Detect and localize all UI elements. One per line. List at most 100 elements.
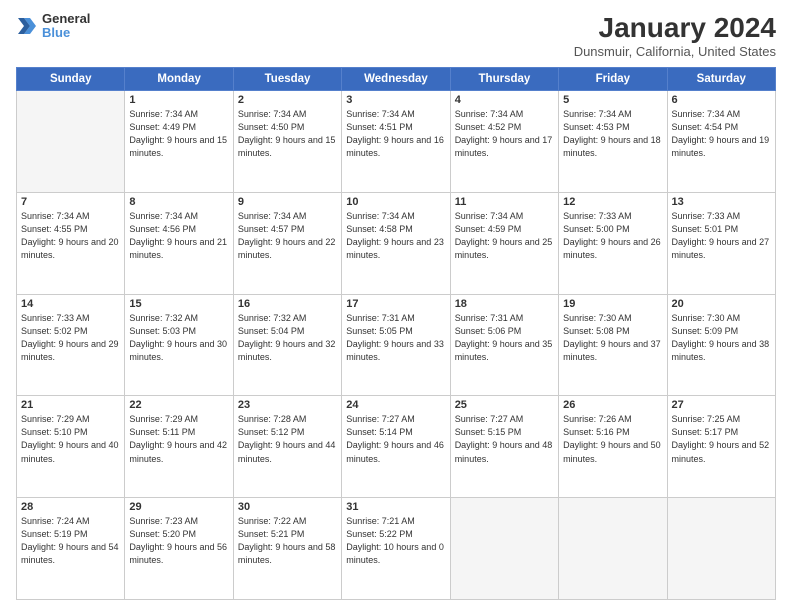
day-number: 11: [455, 196, 554, 208]
day-info: Sunrise: 7:31 AMSunset: 5:05 PMDaylight:…: [346, 312, 445, 364]
day-info: Sunrise: 7:25 AMSunset: 5:17 PMDaylight:…: [672, 413, 771, 465]
day-info: Sunrise: 7:23 AMSunset: 5:20 PMDaylight:…: [129, 515, 228, 567]
day-info: Sunrise: 7:33 AMSunset: 5:01 PMDaylight:…: [672, 210, 771, 262]
day-number: 18: [455, 298, 554, 310]
day-info: Sunrise: 7:34 AMSunset: 4:49 PMDaylight:…: [129, 108, 228, 160]
day-number: 27: [672, 399, 771, 411]
day-number: 3: [346, 94, 445, 106]
calendar-cell: 5 Sunrise: 7:34 AMSunset: 4:53 PMDaylight…: [559, 91, 667, 193]
day-info: Sunrise: 7:30 AMSunset: 5:09 PMDaylight:…: [672, 312, 771, 364]
weekday-header: Tuesday: [233, 68, 341, 91]
calendar-cell: 15Sunrise: 7:32 AMSunset: 5:03 PMDayligh…: [125, 294, 233, 396]
page: General Blue January 2024 Dunsmuir, Cali…: [0, 0, 792, 612]
day-info: Sunrise: 7:29 AMSunset: 5:10 PMDaylight:…: [21, 413, 120, 465]
day-number: 16: [238, 298, 337, 310]
day-number: 29: [129, 501, 228, 513]
calendar-cell: 12Sunrise: 7:33 AMSunset: 5:00 PMDayligh…: [559, 192, 667, 294]
calendar-cell: 24 Sunrise: 7:27 AMSunset: 5:14 PMDayligh…: [342, 396, 450, 498]
day-info: Sunrise: 7:34 AMSunset: 4:52 PMDaylight:…: [455, 108, 554, 160]
day-number: 14: [21, 298, 120, 310]
title-block: January 2024 Dunsmuir, California, Unite…: [574, 12, 776, 59]
day-number: 13: [672, 196, 771, 208]
calendar-cell: 26 Sunrise: 7:26 AMSunset: 5:16 PMDayligh…: [559, 396, 667, 498]
day-number: 8: [129, 196, 228, 208]
day-number: 30: [238, 501, 337, 513]
day-number: 17: [346, 298, 445, 310]
day-number: 19: [563, 298, 662, 310]
day-number: 7: [21, 196, 120, 208]
day-info: Sunrise: 7:34 AMSunset: 4:53 PMDaylight:…: [563, 108, 662, 160]
day-info: Sunrise: 7:34 AMSunset: 4:59 PMDaylight:…: [455, 210, 554, 262]
day-number: 25: [455, 399, 554, 411]
weekday-header: Wednesday: [342, 68, 450, 91]
day-number: 23: [238, 399, 337, 411]
calendar-table: SundayMondayTuesdayWednesdayThursdayFrid…: [16, 67, 776, 600]
day-number: 10: [346, 196, 445, 208]
day-number: 28: [21, 501, 120, 513]
day-info: Sunrise: 7:27 AMSunset: 5:14 PMDaylight:…: [346, 413, 445, 465]
calendar-week-row: 7 Sunrise: 7:34 AMSunset: 4:55 PMDaylight…: [17, 192, 776, 294]
day-info: Sunrise: 7:26 AMSunset: 5:16 PMDaylight:…: [563, 413, 662, 465]
calendar-cell: 22Sunrise: 7:29 AMSunset: 5:11 PMDayligh…: [125, 396, 233, 498]
calendar-cell: 7 Sunrise: 7:34 AMSunset: 4:55 PMDaylight…: [17, 192, 125, 294]
day-number: 6: [672, 94, 771, 106]
logo-text: General Blue: [42, 12, 90, 41]
month-title: January 2024: [574, 12, 776, 44]
calendar-cell: [667, 498, 775, 600]
day-number: 4: [455, 94, 554, 106]
calendar-cell: 28 Sunrise: 7:24 AMSunset: 5:19 PMDayligh…: [17, 498, 125, 600]
calendar-week-row: 1 Sunrise: 7:34 AMSunset: 4:49 PMDaylight…: [17, 91, 776, 193]
calendar-cell: 23 Sunrise: 7:28 AMSunset: 5:12 PMDayligh…: [233, 396, 341, 498]
calendar-cell: 18 Sunrise: 7:31 AMSunset: 5:06 PMDayligh…: [450, 294, 558, 396]
day-info: Sunrise: 7:34 AMSunset: 4:51 PMDaylight:…: [346, 108, 445, 160]
day-number: 15: [129, 298, 228, 310]
calendar-cell: 19 Sunrise: 7:30 AMSunset: 5:08 PMDayligh…: [559, 294, 667, 396]
calendar-cell: 13 Sunrise: 7:33 AMSunset: 5:01 PMDayligh…: [667, 192, 775, 294]
day-info: Sunrise: 7:30 AMSunset: 5:08 PMDaylight:…: [563, 312, 662, 364]
calendar-cell: 3 Sunrise: 7:34 AMSunset: 4:51 PMDaylight…: [342, 91, 450, 193]
calendar-week-row: 21 Sunrise: 7:29 AMSunset: 5:10 PMDayligh…: [17, 396, 776, 498]
calendar-cell: 8Sunrise: 7:34 AMSunset: 4:56 PMDaylight…: [125, 192, 233, 294]
weekday-header: Monday: [125, 68, 233, 91]
day-number: 21: [21, 399, 120, 411]
calendar-cell: 21 Sunrise: 7:29 AMSunset: 5:10 PMDayligh…: [17, 396, 125, 498]
calendar-cell: 9Sunrise: 7:34 AMSunset: 4:57 PMDaylight…: [233, 192, 341, 294]
calendar-cell: [450, 498, 558, 600]
weekday-header: Friday: [559, 68, 667, 91]
day-number: 1: [129, 94, 228, 106]
day-info: Sunrise: 7:21 AMSunset: 5:22 PMDaylight:…: [346, 515, 445, 567]
calendar-cell: 20Sunrise: 7:30 AMSunset: 5:09 PMDayligh…: [667, 294, 775, 396]
calendar-week-row: 28 Sunrise: 7:24 AMSunset: 5:19 PMDayligh…: [17, 498, 776, 600]
day-info: Sunrise: 7:22 AMSunset: 5:21 PMDaylight:…: [238, 515, 337, 567]
calendar-header-row: SundayMondayTuesdayWednesdayThursdayFrid…: [17, 68, 776, 91]
calendar-cell: 6 Sunrise: 7:34 AMSunset: 4:54 PMDaylight…: [667, 91, 775, 193]
day-info: Sunrise: 7:34 AMSunset: 4:50 PMDaylight:…: [238, 108, 337, 160]
calendar-cell: 11 Sunrise: 7:34 AMSunset: 4:59 PMDayligh…: [450, 192, 558, 294]
day-info: Sunrise: 7:28 AMSunset: 5:12 PMDaylight:…: [238, 413, 337, 465]
logo-icon: [16, 15, 38, 37]
day-info: Sunrise: 7:34 AMSunset: 4:55 PMDaylight:…: [21, 210, 120, 262]
calendar-cell: 31Sunrise: 7:21 AMSunset: 5:22 PMDayligh…: [342, 498, 450, 600]
calendar-cell: 4 Sunrise: 7:34 AMSunset: 4:52 PMDaylight…: [450, 91, 558, 193]
day-number: 12: [563, 196, 662, 208]
day-info: Sunrise: 7:34 AMSunset: 4:54 PMDaylight:…: [672, 108, 771, 160]
day-number: 24: [346, 399, 445, 411]
day-number: 5: [563, 94, 662, 106]
calendar-cell: 30 Sunrise: 7:22 AMSunset: 5:21 PMDayligh…: [233, 498, 341, 600]
weekday-header: Saturday: [667, 68, 775, 91]
weekday-header: Sunday: [17, 68, 125, 91]
logo: General Blue: [16, 12, 90, 41]
day-info: Sunrise: 7:34 AMSunset: 4:58 PMDaylight:…: [346, 210, 445, 262]
calendar-cell: 1 Sunrise: 7:34 AMSunset: 4:49 PMDaylight…: [125, 91, 233, 193]
day-number: 26: [563, 399, 662, 411]
calendar-cell: 2Sunrise: 7:34 AMSunset: 4:50 PMDaylight…: [233, 91, 341, 193]
location: Dunsmuir, California, United States: [574, 44, 776, 59]
logo-line2: Blue: [42, 26, 90, 40]
day-info: Sunrise: 7:33 AMSunset: 5:02 PMDaylight:…: [21, 312, 120, 364]
calendar-cell: 25Sunrise: 7:27 AMSunset: 5:15 PMDayligh…: [450, 396, 558, 498]
calendar-cell: 29 Sunrise: 7:23 AMSunset: 5:20 PMDayligh…: [125, 498, 233, 600]
day-info: Sunrise: 7:34 AMSunset: 4:57 PMDaylight:…: [238, 210, 337, 262]
day-number: 22: [129, 399, 228, 411]
day-info: Sunrise: 7:24 AMSunset: 5:19 PMDaylight:…: [21, 515, 120, 567]
day-info: Sunrise: 7:31 AMSunset: 5:06 PMDaylight:…: [455, 312, 554, 364]
